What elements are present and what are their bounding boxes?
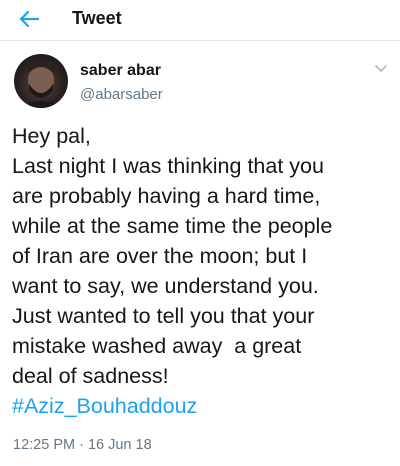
tweet-line: deal of sadness! — [12, 364, 169, 388]
tweet-line: Just wanted to tell you that your — [12, 304, 315, 328]
chevron-down-icon — [375, 65, 387, 72]
tweet-line: want to say, we understand you. — [12, 274, 319, 298]
avatar[interactable] — [14, 54, 68, 108]
tweet-menu-button[interactable] — [372, 62, 390, 76]
hashtag-link[interactable]: #Aziz_Bouhaddouz — [12, 391, 396, 421]
author-display-name[interactable]: saber abar — [80, 62, 161, 80]
page-title: Tweet — [72, 8, 122, 28]
back-arrow-icon — [19, 10, 40, 28]
avatar-image — [18, 62, 64, 108]
tweet-line: Hey pal, — [12, 124, 91, 148]
tweet-line: while at the same time the people — [12, 214, 333, 238]
back-button[interactable] — [14, 6, 44, 32]
author-handle[interactable]: @abarsaber — [80, 86, 163, 103]
tweet-line: Last night I was thinking that you — [12, 154, 324, 178]
top-bar: Tweet — [0, 0, 400, 41]
tweet-line: mistake washed away a great — [12, 334, 302, 358]
tweet-line: are probably having a hard time, — [12, 184, 321, 208]
tweet-timestamp[interactable]: 12:25 PM · 16 Jun 18 — [13, 437, 152, 453]
tweet-text: Hey pal, Last night I was thinking that … — [12, 121, 396, 421]
tweet-line: of Iran are over the moon; but I — [12, 244, 308, 268]
